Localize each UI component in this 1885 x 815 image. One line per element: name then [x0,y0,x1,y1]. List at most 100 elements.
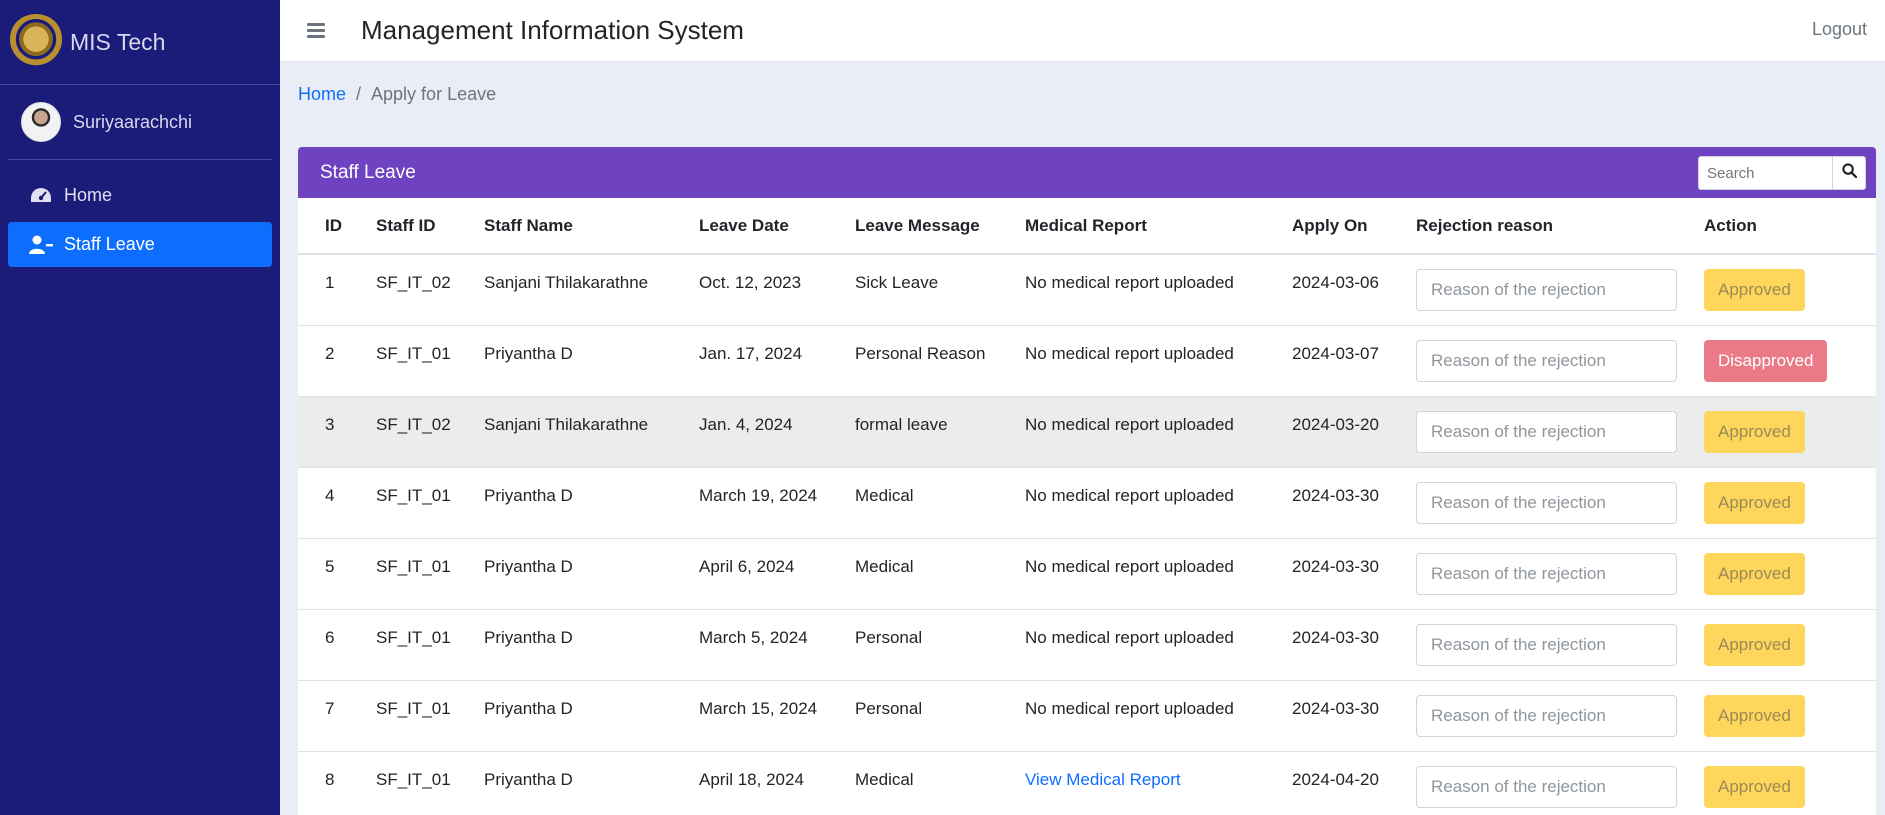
sidebar-item-staff-leave[interactable]: Staff Leave [8,222,272,267]
brand[interactable]: MIS Tech [0,0,280,85]
cell-staff-id: SF_IT_01 [376,556,451,576]
cell-id: 2 [325,343,335,363]
cell-id: 4 [325,485,335,505]
rejection-reason-input[interactable] [1416,410,1677,453]
cell-staff-name: Sanjani Thilakarathne [484,414,649,434]
cell-medical-report: No medical report uploaded [1025,556,1234,576]
cell-leave-message: Personal Reason [855,343,986,363]
disapproved-button[interactable]: Disapproved [1704,339,1828,382]
rejection-reason-input[interactable] [1416,623,1677,666]
breadcrumb-home[interactable]: Home [298,84,346,104]
cell-staff-id: SF_IT_02 [376,414,451,434]
cell-staff-id: SF_IT_01 [376,485,451,505]
breadcrumb-current: Apply for Leave [371,84,497,104]
cell-apply-on: 2024-03-30 [1292,698,1379,718]
approved-button[interactable]: Approved [1704,410,1805,453]
sidebar-item-home[interactable]: Home [8,173,272,218]
cell-apply-on: 2024-03-30 [1292,556,1379,576]
table-header-row: ID Staff ID Staff Name Leave Date Leave … [298,198,1876,255]
column-header-staff-name: Staff Name [484,198,699,255]
sidebar: MIS Tech Suriyaarachchi Home Staff Leave [0,0,280,815]
approved-button[interactable]: Approved [1704,765,1805,808]
cell-id: 3 [325,414,335,434]
rejection-reason-input[interactable] [1416,481,1677,524]
rejection-reason-input[interactable] [1416,552,1677,595]
cell-medical-report: No medical report uploaded [1025,627,1234,647]
search-icon [1841,163,1857,183]
cell-staff-name: Priyantha D [484,627,573,647]
cell-leave-date: Jan. 4, 2024 [699,414,793,434]
search-input[interactable] [1698,156,1832,190]
rejection-reason-input[interactable] [1416,765,1677,808]
cell-apply-on: 2024-04-20 [1292,769,1379,789]
cell-apply-on: 2024-03-30 [1292,627,1379,647]
column-header-staff-id: Staff ID [376,198,484,255]
search-button[interactable] [1832,156,1866,190]
cell-leave-date: March 5, 2024 [699,627,808,647]
cell-staff-id: SF_IT_01 [376,769,451,789]
table-row: 3 SF_IT_02 Sanjani Thilakarathne Jan. 4,… [298,396,1876,468]
table-row: 1 SF_IT_02 Sanjani Thilakarathne Oct. 12… [298,254,1876,326]
cell-staff-name: Sanjani Thilakarathne [484,272,649,292]
table-row: 4 SF_IT_01 Priyantha D March 19, 2024 Me… [298,467,1876,539]
table-row: 2 SF_IT_01 Priyantha D Jan. 17, 2024 Per… [298,325,1876,397]
cell-apply-on: 2024-03-07 [1292,343,1379,363]
cell-staff-id: SF_IT_01 [376,627,451,647]
approved-button[interactable]: Approved [1704,268,1805,311]
top-bar: Management Information System Logout [280,0,1885,62]
approved-button[interactable]: Approved [1704,552,1805,595]
cell-leave-date: Jan. 17, 2024 [699,343,803,363]
table-row: 8 SF_IT_01 Priyantha D April 18, 2024 Me… [298,751,1876,815]
user-minus-icon [28,235,54,255]
column-header-id: ID [298,198,376,255]
cell-apply-on: 2024-03-06 [1292,272,1379,292]
cell-leave-date: Oct. 12, 2023 [699,272,802,292]
cell-leave-message: Personal [855,698,923,718]
cell-leave-date: March 15, 2024 [699,698,818,718]
logout-link[interactable]: Logout [1812,19,1867,40]
cell-staff-id: SF_IT_01 [376,698,451,718]
hamburger-icon[interactable] [307,20,325,41]
cell-medical-report: No medical report uploaded [1025,343,1234,363]
cell-id: 8 [325,769,335,789]
sidebar-item-label: Staff Leave [64,234,155,254]
approved-button[interactable]: Approved [1704,694,1805,737]
table-row: 7 SF_IT_01 Priyantha D March 15, 2024 Pe… [298,680,1876,752]
column-header-action: Action [1704,198,1876,255]
cell-medical-report: No medical report uploaded [1025,698,1234,718]
tachometer-icon [28,186,54,206]
cell-staff-name: Priyantha D [484,698,573,718]
cell-leave-date: April 18, 2024 [699,769,804,789]
view-medical-report-link[interactable]: View Medical Report [1025,770,1181,789]
leave-table: ID Staff ID Staff Name Leave Date Leave … [298,198,1876,815]
sidebar-item-label: Home [64,185,113,205]
approved-button[interactable]: Approved [1704,623,1805,666]
user-panel[interactable]: Suriyaarachchi [8,85,272,160]
column-header-apply-on: Apply On [1292,198,1416,255]
breadcrumb: Home / Apply for Leave [298,84,496,105]
avatar [21,102,61,142]
cell-apply-on: 2024-03-30 [1292,485,1379,505]
approved-button[interactable]: Approved [1704,481,1805,524]
rejection-reason-input[interactable] [1416,339,1677,382]
cell-apply-on: 2024-03-20 [1292,414,1379,434]
cell-id: 7 [325,698,335,718]
cell-leave-message: Medical [855,769,914,789]
page-title: Management Information System [361,15,744,45]
staff-leave-card: Staff Leave ID Staff ID Staff Name Leave… [298,147,1876,815]
brand-logo [8,14,64,70]
cell-leave-date: April 6, 2024 [699,556,795,576]
rejection-reason-input[interactable] [1416,694,1677,737]
cell-leave-message: Personal [855,627,923,647]
cell-staff-name: Priyantha D [484,769,573,789]
cell-leave-message: formal leave [855,414,948,434]
user-name: Suriyaarachchi [73,111,193,132]
cell-id: 6 [325,627,335,647]
cell-medical-report: No medical report uploaded [1025,272,1234,292]
card-title: Staff Leave [320,161,416,183]
cell-staff-name: Priyantha D [484,343,573,363]
cell-id: 1 [325,272,335,292]
cell-leave-message: Medical [855,556,914,576]
rejection-reason-input[interactable] [1416,268,1677,311]
cell-id: 5 [325,556,335,576]
